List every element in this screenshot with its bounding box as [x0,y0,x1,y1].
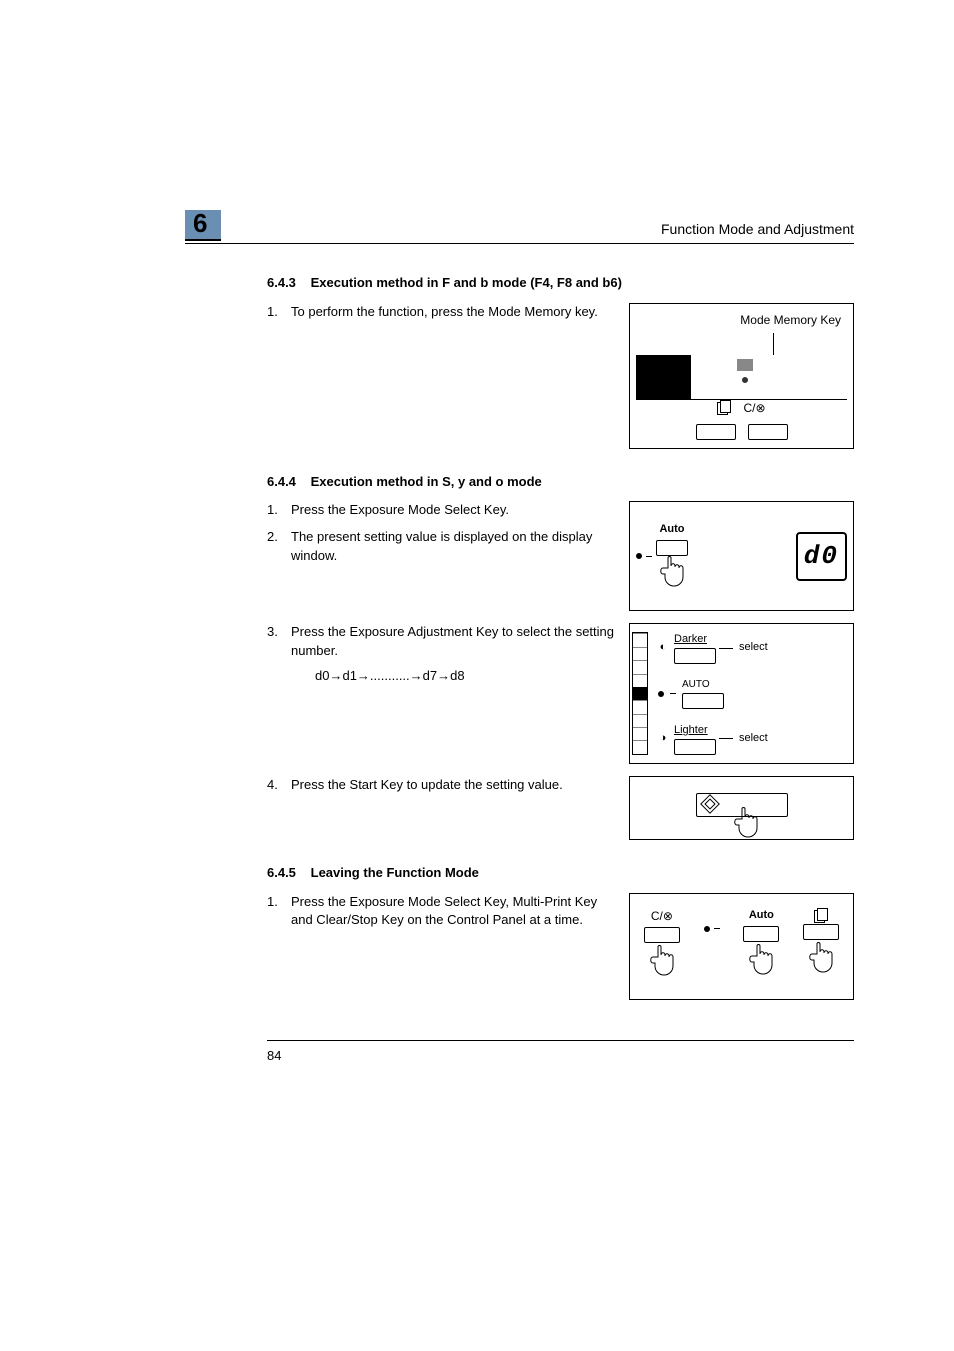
section-title: Leaving the Function Mode [311,865,479,880]
step-text: The present setting value is displayed o… [291,528,615,566]
multi-print-key [696,424,736,440]
select-label: select [739,731,768,747]
display-window: d0 [796,532,847,582]
step-644-4: 4. Press the Start Key to update the set… [267,776,615,795]
figure-exposure-adjust: ◐ Darker select AUTO [629,623,854,763]
sequence-text: d0→d1→...........→d7→d8 [315,667,615,686]
exposure-mode-key [656,540,688,556]
exposure-scale-icon [632,632,648,754]
step-text: Press the Exposure Adjustment Key to sel… [291,623,615,661]
section-title: Execution method in S, y and o mode [311,474,542,489]
step-text: Press the Exposure Mode Select Key, Mult… [291,893,615,931]
clear-stop-label: C/⊗ [651,908,673,925]
section-heading-645: 6.4.5 Leaving the Function Mode [267,864,854,883]
darker-key [674,648,716,664]
figure-start-key [629,776,854,840]
section-number: 6.4.3 [267,274,307,293]
auto-label-small: AUTO [682,678,724,693]
figure-leave-mode: C/⊗ Auto [629,893,854,1000]
step-644-2: 2. The present setting value is displaye… [267,528,615,566]
press-finger-icon [745,944,777,978]
multi-print-key [803,924,839,940]
section-heading-644: 6.4.4 Execution method in S, y and o mod… [267,473,854,492]
copies-icon [814,908,828,922]
step-644-1: 1. Press the Exposure Mode Select Key. [267,501,615,520]
step-number: 1. [267,501,291,520]
press-finger-icon [805,942,837,976]
section-heading-643: 6.4.3 Execution method in F and b mode (… [267,274,854,293]
start-diamond-icon [700,794,720,814]
page-footer-rule: 84 [267,1040,854,1066]
step-644-3: 3. Press the Exposure Adjustment Key to … [267,623,615,686]
step-text: Press the Start Key to update the settin… [291,776,615,795]
step-number: 1. [267,303,291,322]
lighter-symbol-icon: ◑ [658,731,668,747]
clear-stop-key [644,927,680,943]
select-label: select [739,640,768,656]
callout-mode-memory-key: Mode Memory Key [636,312,847,329]
chapter-number: 6 [185,210,221,241]
step-643-1: 1. To perform the function, press the Mo… [267,303,615,322]
step-number: 3. [267,623,291,686]
running-title: Function Mode and Adjustment [661,221,854,241]
step-number: 4. [267,776,291,795]
auto-label: Auto [749,908,774,924]
step-645-1: 1. Press the Exposure Mode Select Key, M… [267,893,615,931]
led-dot-icon [658,691,664,697]
section-number: 6.4.5 [267,864,307,883]
step-number: 1. [267,893,291,931]
clear-stop-key [748,424,788,440]
press-finger-icon [656,556,688,590]
panel-icon [736,358,754,372]
step-text: Press the Exposure Mode Select Key. [291,501,615,520]
led-dot-icon [636,553,642,559]
figure-mode-memory: Mode Memory Key C/⊗ [629,303,854,449]
auto-label: Auto [659,522,684,538]
lighter-key [674,739,716,755]
copies-icon [717,400,731,414]
step-number: 2. [267,528,291,566]
led-dot-icon [742,377,748,383]
darker-label: Darker [674,632,716,648]
press-finger-icon [646,945,678,979]
auto-key [682,693,724,709]
section-number: 6.4.4 [267,473,307,492]
page-number: 84 [267,1048,281,1063]
led-dot-icon [704,926,710,932]
page-header: 6 Function Mode and Adjustment [185,210,854,244]
figure-auto-display: Auto d0 [629,501,854,611]
press-finger-icon [730,807,762,841]
lighter-label: Lighter [674,723,716,739]
step-text: To perform the function, press the Mode … [291,303,615,322]
clear-stop-label: C/⊗ [743,400,765,417]
exposure-mode-key [743,926,779,942]
section-title: Execution method in F and b mode (F4, F8… [311,275,622,290]
darker-symbol-icon: ◐ [658,640,668,656]
